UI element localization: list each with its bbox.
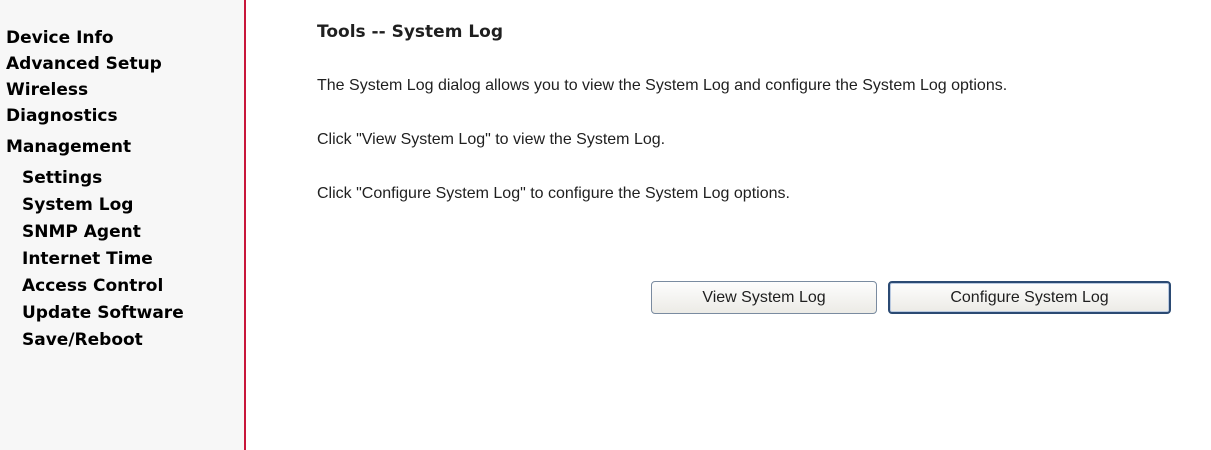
view-log-hint: Click "View System Log" to view the Syst… [317, 131, 666, 148]
view-system-log-button[interactable]: View System Log [651, 281, 877, 314]
sidebar-nav: Device Info Advanced Setup Wireless Diag… [0, 0, 246, 450]
sidebar-item-settings[interactable]: Settings [0, 165, 244, 192]
sidebar-item-system-log[interactable]: System Log [0, 192, 244, 219]
sidebar-item-save-reboot[interactable]: Save/Reboot [0, 327, 244, 354]
sidebar-item-wireless[interactable]: Wireless [0, 79, 244, 102]
page-title: Tools -- System Log [317, 22, 504, 42]
sidebar-item-internet-time[interactable]: Internet Time [0, 246, 244, 273]
router-admin-page: Device Info Advanced Setup Wireless Diag… [0, 0, 1211, 450]
sidebar-item-diagnostics[interactable]: Diagnostics [0, 105, 244, 128]
main-content: Tools -- System Log The System Log dialo… [257, 0, 1211, 450]
sidebar-item-device-info[interactable]: Device Info [0, 27, 244, 50]
description-text: The System Log dialog allows you to view… [317, 77, 1008, 94]
sidebar-item-update-software[interactable]: Update Software [0, 300, 244, 327]
configure-log-hint: Click "Configure System Log" to configur… [317, 185, 790, 202]
configure-system-log-button[interactable]: Configure System Log [888, 281, 1171, 314]
sidebar-item-management[interactable]: Management [0, 136, 244, 159]
sidebar-item-advanced-setup[interactable]: Advanced Setup [0, 53, 244, 76]
nav-menu: Device Info Advanced Setup Wireless Diag… [0, 27, 244, 354]
sidebar-item-access-control[interactable]: Access Control [0, 273, 244, 300]
sidebar-item-snmp-agent[interactable]: SNMP Agent [0, 219, 244, 246]
